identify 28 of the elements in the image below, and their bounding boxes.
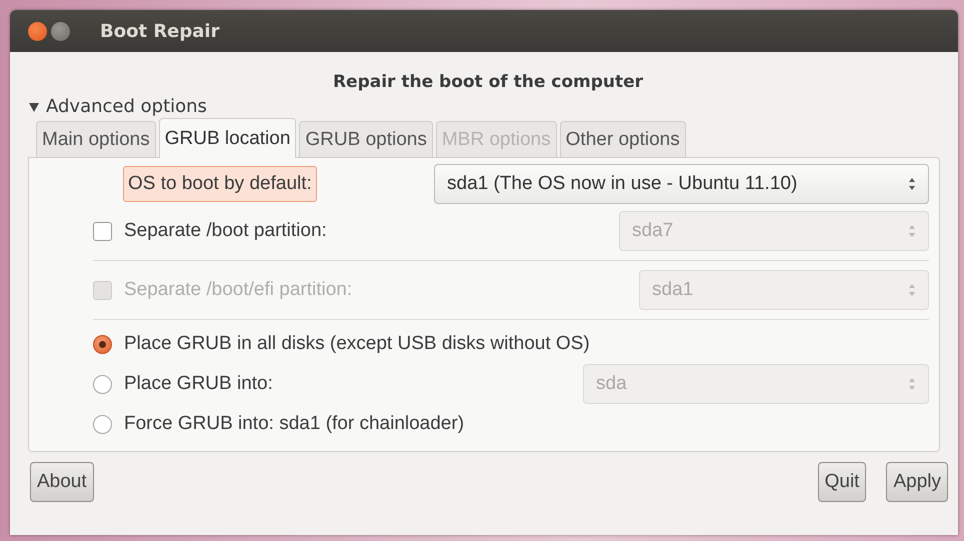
up-down-arrows-icon <box>908 376 916 392</box>
expander-triangle-icon <box>28 100 40 112</box>
field-label: OS to boot by default: <box>123 166 317 202</box>
window-title: Boot Repair <box>100 20 220 42</box>
radio-label: Force GRUB into: sda1 (for chainloader) <box>124 413 464 435</box>
dropdown[interactable]: sda1 (The OS now in use - Ubuntu 11.10) <box>434 164 929 204</box>
dialog-button[interactable]: Apply <box>886 462 948 502</box>
tab[interactable]: GRUB options <box>299 121 433 157</box>
dialog-heading: Repair the boot of the computer <box>332 72 644 92</box>
tab[interactable]: Main options <box>36 121 156 157</box>
close-button[interactable] <box>28 22 47 40</box>
checkbox[interactable] <box>93 222 112 240</box>
checkbox-label: Separate /boot partition: <box>124 220 327 242</box>
up-down-arrows-icon <box>908 176 916 192</box>
up-down-arrows-icon <box>908 282 916 298</box>
minimize-button[interactable] <box>51 22 70 40</box>
dialog-button[interactable]: Quit <box>818 462 866 502</box>
radio-button[interactable] <box>93 374 112 394</box>
tab[interactable]: Other options <box>560 121 686 157</box>
advanced-options-expander[interactable]: Advanced options <box>28 96 207 117</box>
radio-button[interactable] <box>93 334 112 354</box>
radio-label: Place GRUB in all disks (except USB disks without OS) <box>124 333 590 355</box>
checkbox-label: Separate /boot/efi partition: <box>124 279 352 301</box>
radio-label: Place GRUB into: <box>124 373 273 395</box>
up-down-arrows-icon <box>908 223 916 239</box>
tab[interactable]: GRUB location <box>158 118 296 158</box>
radio-button[interactable] <box>93 414 112 434</box>
about-button[interactable]: About <box>30 462 94 502</box>
